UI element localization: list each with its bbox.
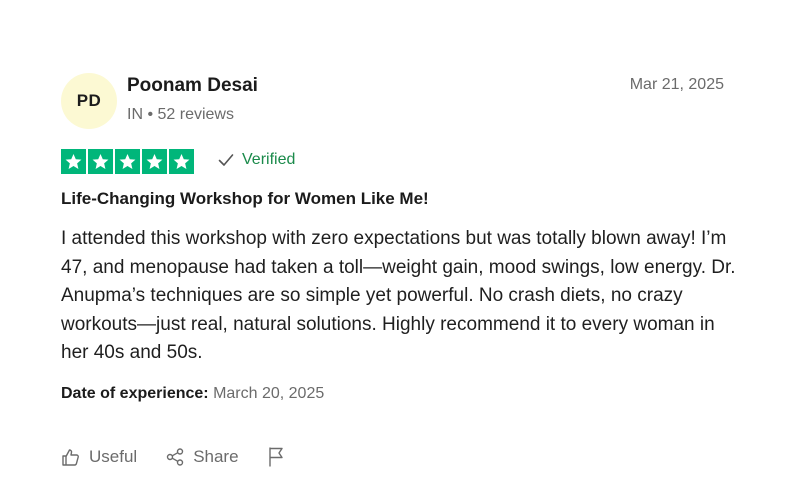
share-label: Share	[193, 447, 239, 466]
date-of-experience-value: March 20, 2025	[213, 385, 325, 402]
report-button[interactable]	[267, 446, 287, 468]
reviewer-name[interactable]: Poonam Desai	[127, 75, 258, 97]
share-icon	[166, 448, 184, 466]
reviewer-meta: IN • 52 reviews	[127, 106, 234, 123]
review-body: I attended this workshop with zero expec…	[61, 228, 736, 363]
date-of-experience: Date of experience: March 20, 2025	[61, 385, 324, 403]
share-button[interactable]: Share	[165, 447, 239, 467]
verified-label: Verified	[242, 151, 296, 168]
review-actions: Useful Share	[61, 446, 287, 468]
star-icon	[142, 149, 167, 174]
review-card: PD Poonam Desai IN • 52 reviews Mar 21, …	[0, 0, 800, 500]
star-icon	[88, 149, 113, 174]
useful-button[interactable]: Useful	[61, 447, 137, 467]
star-icon	[115, 149, 140, 174]
avatar-initials: PD	[76, 91, 102, 110]
date-of-experience-label: Date of experience:	[61, 385, 209, 402]
verified-badge[interactable]: Verified	[218, 151, 295, 169]
star-icon	[61, 149, 86, 174]
useful-label: Useful	[89, 447, 138, 466]
avatar[interactable]: PD	[61, 73, 117, 129]
star-rating	[61, 149, 194, 174]
star-icon	[169, 149, 194, 174]
checkmark-icon	[218, 154, 234, 166]
review-date: Mar 21, 2025	[629, 76, 724, 93]
review-title: Life-Changing Workshop for Women Like Me…	[61, 189, 429, 208]
thumbs-up-icon	[62, 449, 79, 466]
flag-icon	[268, 447, 283, 467]
